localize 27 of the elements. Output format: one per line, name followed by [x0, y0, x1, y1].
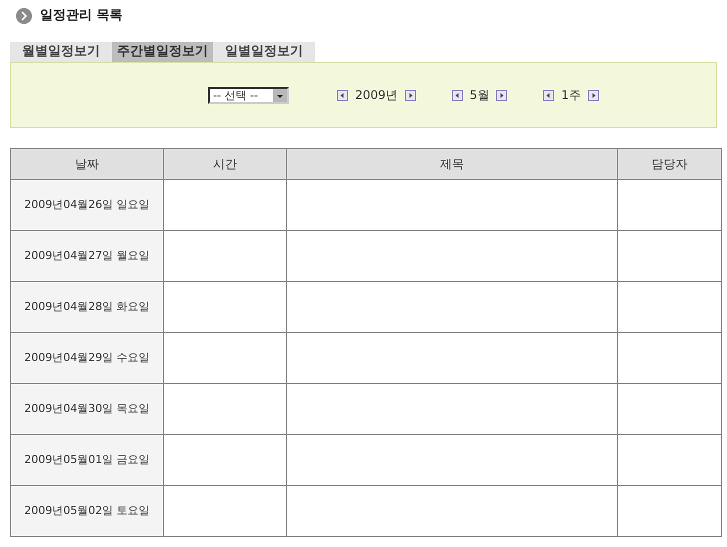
date-cell: 2009년04월28일 화요일	[10, 282, 164, 332]
date-cell: 2009년04월27일 월요일	[10, 230, 164, 282]
year-label: 2009년	[355, 89, 398, 101]
tab[interactable]: 일별일정보기	[213, 42, 315, 62]
date-cell: 2009년04월29일 수요일	[10, 332, 164, 384]
select-dropdown[interactable]: -- 선택 --	[208, 86, 290, 104]
caret-icon	[273, 88, 288, 102]
previous-button[interactable]	[337, 90, 348, 100]
next-button[interactable]	[404, 90, 416, 100]
date-cell: 2009년05월02일 토요일	[10, 486, 164, 536]
date-cell: 2009년04월26일 일요일	[10, 180, 164, 230]
column-header: 제목	[286, 148, 618, 180]
date-cell: 2009년05월01일 금요일	[10, 434, 164, 486]
column-header: 담당자	[618, 148, 722, 180]
week-label: 1주	[561, 89, 581, 101]
column-header: 날짜	[10, 148, 164, 180]
month-label: 5월	[470, 89, 490, 101]
page-title: 일정관리 목록	[40, 7, 123, 26]
tab[interactable]: 주간별일정보기	[112, 42, 213, 62]
next-button[interactable]	[496, 90, 508, 100]
previous-button[interactable]	[543, 90, 554, 100]
previous-button[interactable]	[452, 90, 463, 100]
column-header: 시간	[163, 148, 286, 180]
bullet-icon	[16, 8, 32, 24]
tab[interactable]: 월별일정보기	[10, 42, 112, 62]
next-button[interactable]	[588, 90, 599, 100]
date-cell: 2009년04월30일 목요일	[10, 384, 164, 434]
